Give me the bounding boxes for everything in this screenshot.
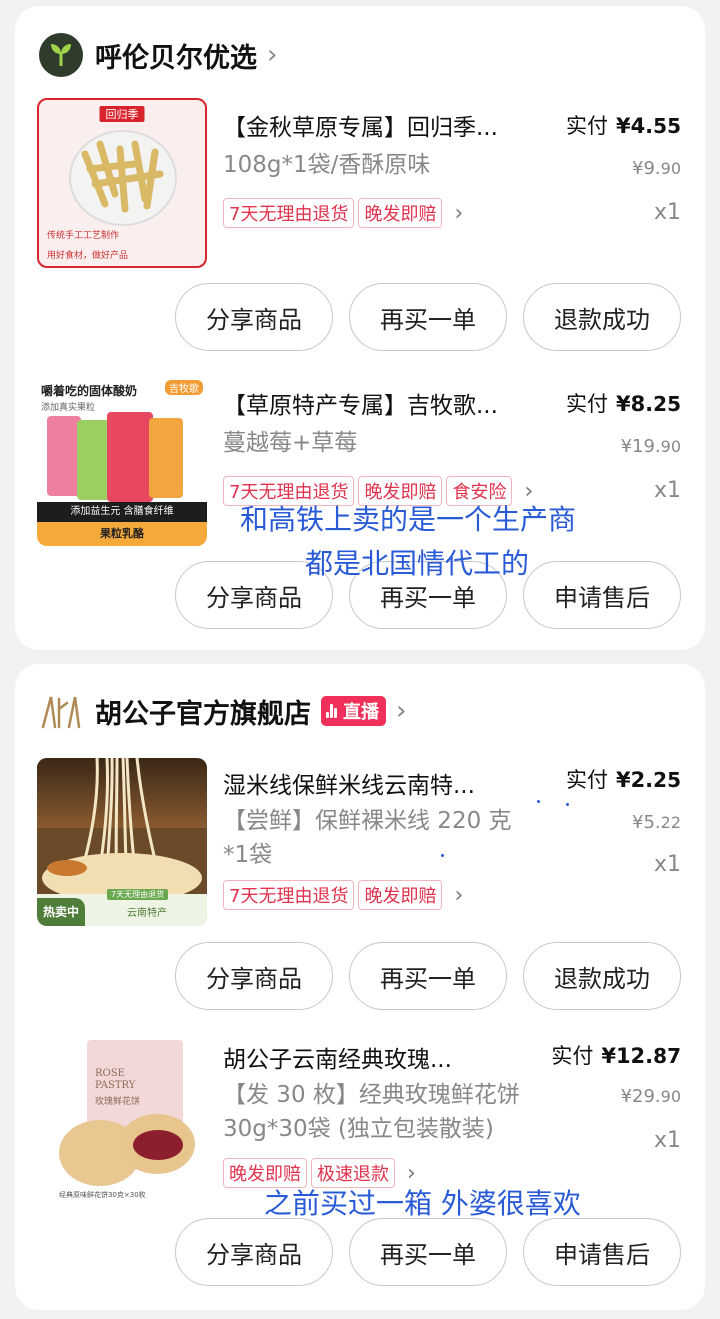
noodles-graphic: [42, 758, 202, 898]
annotation-note: 之前买过一箱 外婆很喜欢: [264, 1187, 581, 1220]
share-product-button[interactable]: 分享商品: [175, 283, 333, 351]
image-text: 用好食材，做好产品: [47, 251, 129, 261]
pack-graphic: [47, 416, 81, 496]
annotation-note: 都是北国情代工的: [305, 547, 530, 580]
annotation-note: 和高铁上卖的是一个生产商: [240, 503, 577, 536]
refund-success-button[interactable]: 退款成功: [523, 942, 681, 1010]
product-spec: 蔓越莓+草莓: [223, 430, 358, 456]
request-after-sales-button[interactable]: 申请售后: [523, 561, 681, 629]
shop-header[interactable]: 胡公子官方旗舰店 直播 ›: [39, 686, 406, 736]
chevron-right-icon: ›: [396, 696, 407, 726]
product-spec: 【发 30 枚】经典玫瑰鲜花饼: [223, 1082, 520, 1108]
chevron-right-icon: ›: [454, 200, 464, 226]
image-text: 添加真实果粒: [41, 403, 96, 413]
image-brand: 吉牧歌: [165, 380, 203, 395]
live-icon: [326, 704, 338, 718]
annotation-dot: [537, 800, 540, 803]
product-image[interactable]: 嚼着吃的固体酸奶 添加真实果粒 吉牧歌 添加益生元 含膳食纤维 果粒乳酪: [37, 376, 207, 546]
service-tag: 晚发即赔: [358, 198, 443, 228]
pack-graphic: [77, 420, 111, 500]
image-badge: 热卖中: [37, 898, 86, 926]
quantity: x1: [653, 852, 681, 877]
product-spec: 108g*1袋/香酥原味: [223, 152, 431, 178]
chevron-right-icon: ›: [454, 882, 464, 908]
pack-graphic: [107, 412, 153, 502]
image-text: 添加益生元 含膳食纤维: [37, 502, 207, 522]
image-text: 传统手工工艺制作: [47, 231, 120, 241]
product-spec: 【尝鲜】保鲜裸米线 220 克: [223, 808, 512, 834]
product-spec: 30g*30袋 (独立包装散装): [223, 1116, 494, 1142]
product-image[interactable]: ROSE PASTRY 玫瑰鲜花饼 经典原味鲜花饼30克×30枚: [37, 1034, 207, 1204]
quantity: x1: [653, 200, 681, 225]
annotation-dot: [441, 854, 444, 857]
shop-name: 胡公子官方旗舰店: [95, 698, 311, 730]
action-buttons: 分享商品 再买一单 申请售后: [175, 1218, 681, 1286]
image-text: PASTRY: [95, 1080, 136, 1091]
image-caption: 回归季: [99, 106, 145, 122]
product-image[interactable]: 回归季 传统手工工艺制作 用好食材，做好产品: [37, 98, 207, 268]
pastry-filling-graphic: [133, 1130, 183, 1160]
buy-again-button[interactable]: 再买一单: [349, 283, 507, 351]
live-badge[interactable]: 直播: [321, 696, 386, 726]
product-title[interactable]: 胡公子云南经典玫瑰...: [223, 1040, 452, 1074]
image-text: ROSE: [95, 1068, 125, 1079]
product-spec: *1袋: [223, 842, 273, 868]
shop-logo: [39, 689, 83, 733]
shop-header[interactable]: 呼伦贝尔优选 ›: [39, 30, 277, 80]
service-tags[interactable]: 7天无理由退货 晚发即赔 ›: [223, 880, 463, 910]
share-product-button[interactable]: 分享商品: [175, 1218, 333, 1286]
sprout-icon: [51, 44, 71, 66]
service-tags[interactable]: 7天无理由退货 晚发即赔 ›: [223, 198, 463, 228]
image-text: 嚼着吃的固体酸奶: [41, 384, 138, 398]
request-after-sales-button[interactable]: 申请售后: [523, 1218, 681, 1286]
shop-logo: [39, 33, 83, 77]
paid-price: 实付 ¥4.55: [565, 114, 681, 138]
paid-price: 实付 ¥12.87: [551, 1044, 681, 1068]
buy-again-button[interactable]: 再买一单: [349, 942, 507, 1010]
product-title[interactable]: 【草原特产专属】吉牧歌...: [223, 386, 498, 420]
annotation-dot: [566, 803, 569, 806]
action-buttons: 分享商品 再买一单 退款成功: [175, 942, 681, 1010]
service-tag: 7天无理由退货: [223, 198, 355, 228]
action-buttons: 分享商品 再买一单 退款成功: [175, 283, 681, 351]
pack-graphic: [149, 418, 183, 498]
brand-mark-icon: [41, 696, 81, 729]
image-text: 经典原味鲜花饼30克×30枚: [59, 1191, 146, 1199]
original-price: ¥5.22: [632, 812, 681, 833]
original-price: ¥29.90: [620, 1086, 681, 1107]
paid-price: 实付 ¥8.25: [565, 392, 681, 416]
share-product-button[interactable]: 分享商品: [175, 942, 333, 1010]
quantity: x1: [653, 478, 681, 503]
original-price: ¥9.90: [632, 158, 681, 179]
chevron-right-icon: ›: [267, 40, 278, 70]
product-title[interactable]: 【金秋草原专属】回归季...: [223, 108, 498, 142]
image-text: 7天无理由退货: [107, 889, 169, 900]
snack-sticks-graphic: [81, 140, 164, 213]
product-image[interactable]: 7天无理由退货 热卖中 云南特产: [37, 758, 207, 926]
image-text: 果粒乳酪: [37, 522, 207, 546]
shop-name: 呼伦贝尔优选: [95, 42, 257, 74]
service-tag: 晚发即赔: [358, 880, 443, 910]
buy-again-button[interactable]: 再买一单: [349, 1218, 507, 1286]
refund-success-button[interactable]: 退款成功: [523, 283, 681, 351]
paid-price: 实付 ¥2.25: [565, 768, 681, 792]
original-price: ¥19.90: [620, 436, 681, 457]
image-text: 玫瑰鲜花饼: [95, 1097, 141, 1107]
service-tag: 7天无理由退货: [223, 880, 355, 910]
quantity: x1: [653, 1128, 681, 1153]
image-text: 云南特产: [127, 908, 167, 919]
product-title[interactable]: 湿米线保鲜米线云南特...: [223, 766, 475, 800]
